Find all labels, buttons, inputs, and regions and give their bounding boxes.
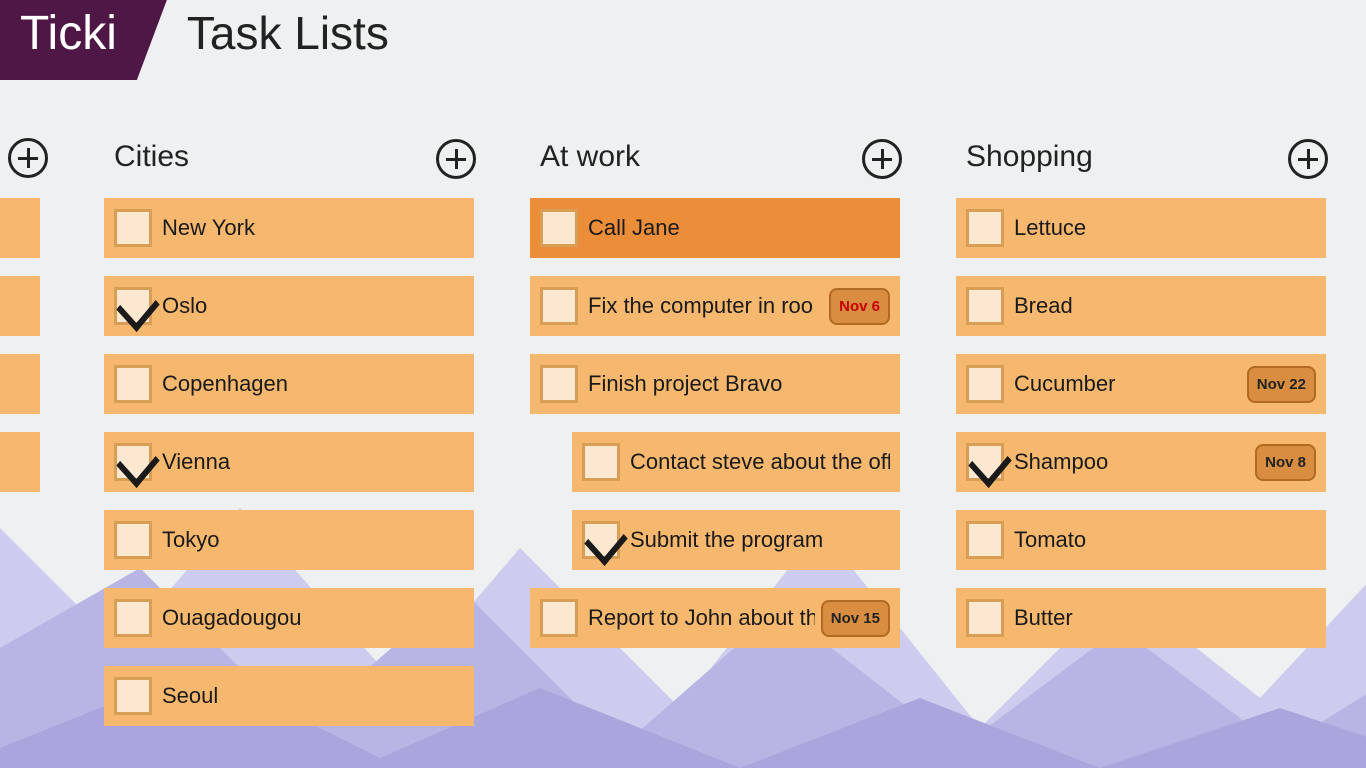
task-checkbox[interactable] [582, 443, 620, 481]
due-date-badge: Nov 22 [1247, 366, 1316, 403]
column-items: New York Oslo Copenhagen Vienna Tokyo Ouagado… [104, 184, 506, 726]
task-card[interactable]: Ouagadougou [104, 588, 474, 648]
column-header: Shopping [956, 130, 1358, 184]
task-label: Report to John about th [588, 605, 815, 631]
page-title-text: Task Lists [187, 7, 389, 59]
task-checkbox[interactable] [114, 443, 152, 481]
task-card[interactable]: New York [104, 198, 474, 258]
task-card[interactable]: Tomato [956, 510, 1326, 570]
app-brand-text: Ticki [20, 7, 117, 60]
task-label: Submit the program [630, 527, 890, 553]
task-checkbox[interactable] [114, 365, 152, 403]
task-card[interactable]: Contact steve about the off [572, 432, 900, 492]
task-label: Butter [1014, 605, 1316, 631]
task-label: Call Jane [588, 215, 890, 241]
column-title: At work [530, 140, 640, 174]
task-card[interactable]: Report to John about thNov 15 [530, 588, 900, 648]
task-label: Bread [1014, 293, 1316, 319]
task-card[interactable]: CucumberNov 22 [956, 354, 1326, 414]
task-checkbox[interactable] [966, 209, 1004, 247]
column-title: Shopping [956, 140, 1093, 174]
task-card[interactable]: Lettuce [956, 198, 1326, 258]
list-item[interactable] [0, 276, 40, 336]
add-task-button[interactable] [436, 139, 476, 179]
offscreen-list-edge [0, 130, 40, 510]
task-label: Seoul [162, 683, 464, 709]
task-card[interactable]: Call Jane [530, 198, 900, 258]
task-checkbox[interactable] [540, 365, 578, 403]
list-column-shopping: Shopping Lettuce Bread CucumberNov 22 Shampo… [932, 130, 1358, 744]
task-label: Fix the computer in roo [588, 293, 823, 319]
list-column-cities: Cities New York Oslo Copenhagen Vienna Tokyo O… [80, 130, 506, 744]
due-date-badge: Nov 8 [1255, 444, 1316, 481]
task-label: Lettuce [1014, 215, 1316, 241]
task-checkbox[interactable] [540, 287, 578, 325]
task-checkbox[interactable] [966, 365, 1004, 403]
task-label: Ouagadougou [162, 605, 464, 631]
task-label: Oslo [162, 293, 464, 319]
task-label: New York [162, 215, 464, 241]
task-checkbox[interactable] [966, 599, 1004, 637]
task-checkbox[interactable] [582, 521, 620, 559]
task-card[interactable]: Seoul [104, 666, 474, 726]
task-checkbox[interactable] [966, 287, 1004, 325]
page-title: Task Lists [167, 0, 389, 80]
task-card[interactable]: Finish project Bravo [530, 354, 900, 414]
task-checkbox[interactable] [966, 521, 1004, 559]
task-card[interactable]: ShampooNov 8 [956, 432, 1326, 492]
task-checkbox[interactable] [114, 599, 152, 637]
task-label: Finish project Bravo [588, 371, 890, 397]
board: Cities New York Oslo Copenhagen Vienna Tokyo O… [0, 80, 1366, 744]
column-items: Call Jane Fix the computer in rooNov 6 Fin… [530, 184, 932, 648]
column-header: At work [530, 130, 932, 184]
task-checkbox[interactable] [114, 677, 152, 715]
app-brand: Ticki [0, 0, 167, 80]
task-card[interactable]: Submit the program [572, 510, 900, 570]
add-task-button[interactable] [862, 139, 902, 179]
task-label: Contact steve about the off [630, 449, 890, 475]
task-card[interactable]: Oslo [104, 276, 474, 336]
task-label: Shampoo [1014, 449, 1249, 475]
task-card[interactable]: Bread [956, 276, 1326, 336]
task-label: Copenhagen [162, 371, 464, 397]
task-label: Tokyo [162, 527, 464, 553]
list-item[interactable] [0, 198, 40, 258]
task-card[interactable]: Copenhagen [104, 354, 474, 414]
due-date-badge: Nov 15 [821, 600, 890, 637]
task-card[interactable]: Fix the computer in rooNov 6 [530, 276, 900, 336]
task-card[interactable]: Tokyo [104, 510, 474, 570]
add-task-button[interactable] [1288, 139, 1328, 179]
task-label: Tomato [1014, 527, 1316, 553]
task-label: Vienna [162, 449, 464, 475]
task-checkbox[interactable] [114, 287, 152, 325]
task-checkbox[interactable] [966, 443, 1004, 481]
column-header: Cities [104, 130, 506, 184]
column-items: Lettuce Bread CucumberNov 22 ShampooNov 8 To… [956, 184, 1358, 648]
task-checkbox[interactable] [540, 599, 578, 637]
list-item[interactable] [0, 432, 40, 492]
column-title: Cities [104, 140, 189, 174]
task-checkbox[interactable] [114, 521, 152, 559]
task-card[interactable]: Butter [956, 588, 1326, 648]
task-label: Cucumber [1014, 371, 1241, 397]
app-header: Ticki Task Lists [0, 0, 1366, 80]
task-checkbox[interactable] [540, 209, 578, 247]
due-date-badge: Nov 6 [829, 288, 890, 325]
list-item[interactable] [0, 354, 40, 414]
task-card[interactable]: Vienna [104, 432, 474, 492]
task-checkbox[interactable] [114, 209, 152, 247]
list-column-at-work: At workCall JaneFix the computer in rooN… [506, 130, 932, 744]
